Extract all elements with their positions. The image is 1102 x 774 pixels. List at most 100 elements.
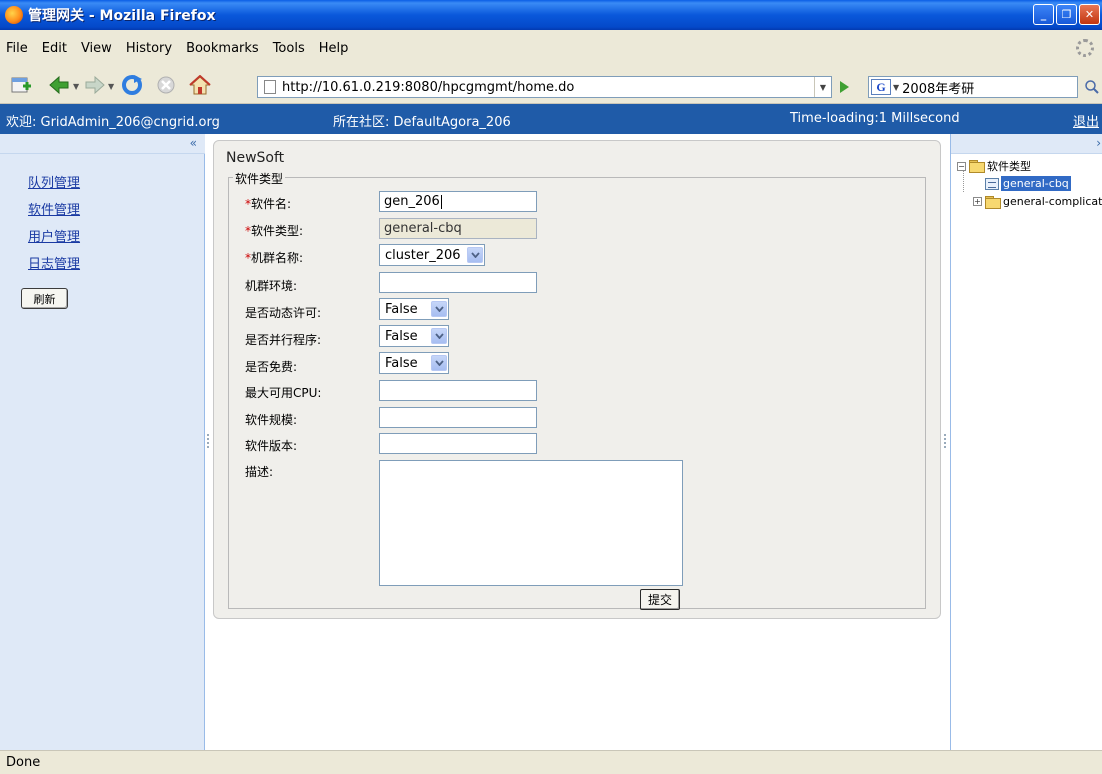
time-loading-text: Time-loading:1 Millsecond [790,111,960,126]
chevron-down-icon[interactable] [431,328,447,344]
menu-bookmarks[interactable]: Bookmarks [186,41,259,56]
right-splitter[interactable] [942,134,950,750]
url-bar[interactable]: http://10.61.0.219:8080/hpcgmgmt/home.do… [257,76,832,98]
tree-node-label: general-cbq [1001,176,1071,191]
software-version-label: 软件版本: [245,439,298,453]
panel-title: NewSoft [226,150,285,166]
throbber-icon [1076,39,1094,57]
software-scale-input[interactable] [379,407,537,428]
page-icon [264,80,276,94]
url-dropdown-icon[interactable]: ▼ [814,77,831,97]
app-header: 欢迎: GridAdmin_206@cngrid.org 所在社区: Defau… [0,104,1102,134]
menu-help[interactable]: Help [319,41,349,56]
left-sidebar: « 队列管理 软件管理 用户管理 日志管理 刷新 [0,134,205,750]
menu-history[interactable]: History [126,41,172,56]
dynamic-license-select[interactable]: False [379,298,449,320]
status-bar: Done [0,750,1102,774]
menu-view[interactable]: View [81,41,112,56]
splitter-grip [207,434,209,448]
home-icon[interactable] [189,74,211,96]
maximize-button[interactable]: ❐ [1056,4,1077,25]
sidebar-item-queue[interactable]: 队列管理 [28,172,80,191]
right-tree-panel: › − 软件类型 general-cbq + general-complicat… [950,134,1102,750]
max-cpu-input[interactable] [379,380,537,401]
window-title: 管理网关 - Mozilla Firefox [28,8,216,24]
parallel-program-label: 是否并行程序: [245,333,322,347]
tree-toggle-icon[interactable]: + [973,197,982,206]
menu-bar: File Edit View History Bookmarks Tools H… [0,30,1102,66]
folder-icon [969,160,985,173]
tree-toggle-icon[interactable]: − [957,161,966,171]
window-titlebar: 管理网关 - Mozilla Firefox _ ❐ ✕ [0,0,1102,30]
chevron-down-icon[interactable] [431,355,447,371]
back-icon[interactable] [48,74,70,96]
description-label: 描述: [245,465,274,479]
submit-button[interactable]: 提交 [640,589,680,610]
forward-dropdown-icon[interactable]: ▼ [108,82,114,91]
web-content: 欢迎: GridAdmin_206@cngrid.org 所在社区: Defau… [0,104,1102,750]
tree-root[interactable]: − 软件类型 [957,158,1031,174]
sidebar-item-software[interactable]: 软件管理 [28,199,80,218]
menu-file[interactable]: File [6,41,28,56]
collapse-left-icon[interactable]: « [190,136,197,150]
sidebar-header: « [0,134,205,154]
window-controls: _ ❐ ✕ [1033,4,1100,25]
reload-icon[interactable] [121,74,143,96]
go-icon[interactable] [837,80,851,94]
software-name-input[interactable]: gen_206 [379,191,537,212]
new-tab-icon[interactable] [10,74,32,96]
tree-node-general-cbq[interactable]: general-cbq [985,176,1071,191]
chevron-down-icon[interactable] [431,301,447,317]
forward-icon[interactable] [84,74,106,96]
folder-icon [985,195,1001,209]
close-button[interactable]: ✕ [1079,4,1100,25]
cluster-name-select[interactable]: cluster_206 [379,244,485,266]
firefox-icon [5,6,23,24]
tree-panel-header: › [951,134,1102,154]
status-text: Done [6,755,41,770]
tree-node-label: general-complicate [1003,195,1102,208]
cluster-name-label: *机群名称: [245,251,304,265]
tree-root-label: 软件类型 [987,160,1031,173]
search-go-icon[interactable] [1084,79,1100,95]
dynamic-license-label: 是否动态许可: [245,306,322,320]
welcome-text: 欢迎: GridAdmin_206@cngrid.org [6,115,220,130]
software-name-label: *软件名: [245,197,292,211]
tree-node-general-complicate[interactable]: + general-complicate [973,195,1102,209]
community-text: 所在社区: DefaultAgora_206 [333,115,511,130]
new-soft-panel: NewSoft 软件类型 *软件名: gen_206 *软件类型: genera… [213,140,941,619]
menu-tools[interactable]: Tools [273,41,305,56]
free-label: 是否免费: [245,360,298,374]
sidebar-item-users[interactable]: 用户管理 [28,226,80,245]
splitter-grip [944,434,946,448]
description-textarea[interactable] [379,460,683,586]
software-type-label: *软件类型: [245,224,304,238]
url-text[interactable]: http://10.61.0.219:8080/hpcgmgmt/home.do [282,80,574,95]
software-type-fieldset: 软件类型 *软件名: gen_206 *软件类型: general-cbq *机… [228,170,926,610]
refresh-button[interactable]: 刷新 [21,288,68,309]
sidebar-item-logs[interactable]: 日志管理 [28,253,80,272]
minimize-button[interactable]: _ [1033,4,1054,25]
cluster-env-input[interactable] [379,272,537,293]
logout-link[interactable]: 退出 [1073,111,1099,130]
search-engine-icon[interactable]: G [871,79,891,95]
collapse-right-icon[interactable]: › [1096,136,1101,150]
menu-edit[interactable]: Edit [42,41,67,56]
chevron-down-icon[interactable] [467,247,483,263]
search-input[interactable]: 2008年考研 [902,78,974,97]
software-scale-label: 软件规模: [245,413,298,427]
max-cpu-label: 最大可用CPU: [245,386,322,400]
engine-dropdown-icon[interactable]: ▼ [893,83,899,92]
software-node-icon [985,177,999,190]
free-select[interactable]: False [379,352,449,374]
software-version-input[interactable] [379,433,537,454]
left-splitter[interactable] [205,134,213,750]
fieldset-legend: 软件类型 [233,170,286,187]
software-type-input: general-cbq [379,218,537,239]
cluster-env-label: 机群环境: [245,279,298,293]
back-dropdown-icon[interactable]: ▼ [73,82,79,91]
text-caret [440,194,442,209]
stop-icon[interactable] [155,74,177,96]
search-bar[interactable]: G ▼ 2008年考研 [868,76,1078,98]
parallel-program-select[interactable]: False [379,325,449,347]
